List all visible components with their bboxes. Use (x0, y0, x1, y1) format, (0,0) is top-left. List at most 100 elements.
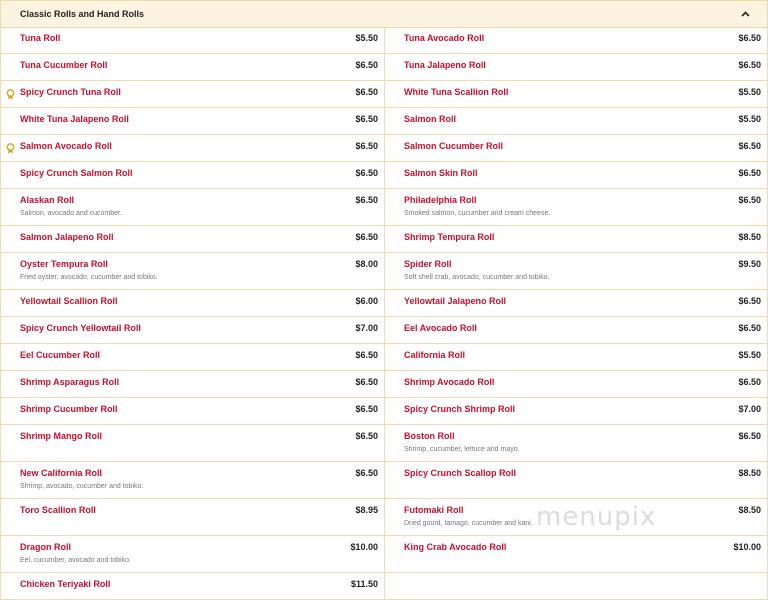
menu-item-price: $6.50 (738, 141, 761, 151)
menu-item-name: Spider Roll (404, 259, 452, 269)
chevron-up-icon[interactable] (738, 7, 752, 21)
menu-item[interactable]: Dragon Roll Eel, cucumber, avocado and to… (1, 536, 384, 573)
menu-item-name: Yellowtail Jalapeno Roll (404, 296, 507, 306)
menu-item[interactable]: Salmon Roll $5.50 (385, 108, 767, 135)
menu-item[interactable]: Philadelphia Roll Smoked salmon, cucumber… (385, 189, 767, 226)
menu-item-name: Salmon Skin Roll (404, 168, 478, 178)
menu-item-price: $10.00 (733, 542, 761, 552)
menu-item-price: $6.50 (355, 431, 378, 441)
menu-item[interactable]: Tuna Jalapeno Roll $6.50 (385, 54, 767, 81)
menu-item[interactable]: Spicy Crunch Tuna Roll $6.50 (1, 81, 384, 108)
menu-item-name: New California Roll (20, 468, 103, 478)
menu-item-name: Boston Roll (404, 431, 455, 441)
menu-item-name: Shrimp Avocado Roll (404, 377, 495, 387)
award-ribbon-icon (6, 141, 15, 154)
menu-item-price: $6.50 (355, 404, 378, 414)
section-title: Classic Rolls and Hand Rolls (20, 9, 145, 19)
menu-item-price: $6.50 (355, 141, 378, 151)
menu-item-name: Eel Avocado Roll (404, 323, 477, 333)
menu-item-name: White Tuna Jalapeno Roll (20, 114, 129, 124)
menu-item[interactable]: Toro Scallion Roll $8.95 (1, 499, 384, 536)
menu-item[interactable]: Chicken Teriyaki Roll $11.50 (1, 573, 384, 600)
menu-item-name: Salmon Avocado Roll (20, 141, 112, 151)
menu-item[interactable]: Shrimp Avocado Roll $6.50 (385, 371, 767, 398)
menu-item[interactable]: White Tuna Jalapeno Roll $6.50 (1, 108, 384, 135)
section-header[interactable]: Classic Rolls and Hand Rolls (0, 0, 768, 28)
menu-item[interactable]: Boston Roll Shrimp, cucumber, lettuce and… (385, 425, 767, 462)
menu-item[interactable]: Yellowtail Scallion Roll $6.00 (1, 290, 384, 317)
menu-item-price: $6.50 (738, 296, 761, 306)
menu-item[interactable]: Shrimp Tempura Roll $8.50 (385, 226, 767, 253)
menu-item-description: Salmon, avocado and cucumber. (20, 210, 122, 217)
award-ribbon-icon (6, 87, 15, 100)
menu-item-name: Oyster Tempura Roll (20, 259, 108, 269)
menu-item-name: King Crab Avocado Roll (404, 542, 507, 552)
menu-item-name: California Roll (404, 350, 466, 360)
menu-item-price: $9.50 (738, 259, 761, 269)
menu-item-name: Spicy Crunch Scallop Roll (404, 468, 517, 478)
menu-item-name: Salmon Jalapeno Roll (20, 232, 114, 242)
menu-item-price: $8.00 (355, 259, 378, 269)
menu-item-name: Tuna Avocado Roll (404, 33, 485, 43)
menu-item-name: White Tuna Scallion Roll (404, 87, 509, 97)
menu-item-price: $6.50 (355, 377, 378, 387)
menu-item[interactable]: Salmon Skin Roll $6.50 (385, 162, 767, 189)
menu-item-description: Soft shell crab, avocado, cucumber and t… (404, 274, 550, 281)
menu-item-price: $6.50 (738, 323, 761, 333)
menu-item-price: $6.50 (355, 350, 378, 360)
menu-item[interactable]: California Roll $5.50 (385, 344, 767, 371)
menu-item[interactable]: Salmon Cucumber Roll $6.50 (385, 135, 767, 162)
menu-column-left: Tuna Roll $5.50 Tuna Cucumber Roll $6.50 Spi… (0, 27, 384, 600)
menu-item[interactable]: New California Roll Shrimp, avocado, cucu… (1, 462, 384, 499)
menu-item-price: $6.00 (355, 296, 378, 306)
menu-item-name: Spicy Crunch Salmon Roll (20, 168, 133, 178)
menu-item[interactable]: Spicy Crunch Salmon Roll $6.50 (1, 162, 384, 189)
menu-item-price: $6.50 (738, 431, 761, 441)
menu-item-name: Chicken Teriyaki Roll (20, 579, 111, 589)
menu-item[interactable]: White Tuna Scallion Roll $5.50 (385, 81, 767, 108)
menu-item[interactable]: Spider Roll Soft shell crab, avocado, cuc… (385, 253, 767, 290)
menu-item[interactable]: King Crab Avocado Roll $10.00 (385, 536, 767, 573)
menu-item-price: $5.50 (738, 114, 761, 124)
menu-item[interactable]: Salmon Avocado Roll $6.50 (1, 135, 384, 162)
menu-item[interactable]: Tuna Roll $5.50 (1, 27, 384, 54)
menu-item[interactable]: Oyster Tempura Roll Fried oyster, avocado… (1, 253, 384, 290)
menu-grid: Tuna Roll $5.50 Tuna Cucumber Roll $6.50 Spi… (0, 27, 768, 600)
menu-item[interactable]: Yellowtail Jalapeno Roll $6.50 (385, 290, 767, 317)
menu-item-name: Shrimp Tempura Roll (404, 232, 495, 242)
menu-item-price: $8.50 (738, 232, 761, 242)
menu-item-name: Salmon Roll (404, 114, 457, 124)
menu-item[interactable]: Spicy Crunch Scallop Roll $8.50 (385, 462, 767, 499)
menu-item[interactable]: Shrimp Mango Roll $6.50 (1, 425, 384, 462)
menu-item-price: $7.00 (738, 404, 761, 414)
menu-item[interactable]: Eel Cucumber Roll $6.50 (1, 344, 384, 371)
menu-item-name: Spicy Crunch Yellowtail Roll (20, 323, 141, 333)
menu-item[interactable]: Spicy Crunch Yellowtail Roll $7.00 (1, 317, 384, 344)
menu-item[interactable]: Futomaki Roll Dried gourd, tamago, cucumb… (385, 499, 767, 536)
menu-item-name: Yellowtail Scallion Roll (20, 296, 118, 306)
menu-item-price: $6.50 (738, 195, 761, 205)
menu-item[interactable]: Shrimp Asparagus Roll $6.50 (1, 371, 384, 398)
menu-item-price: $11.50 (350, 579, 378, 589)
menu-item-description: Shrimp, cucumber, lettuce and mayo. (404, 446, 520, 453)
menu-item-name: Dragon Roll (20, 542, 71, 552)
menu-item-name: Tuna Cucumber Roll (20, 60, 108, 70)
menu-item-description: Dried gourd, tamago, cucumber and kani. (404, 520, 533, 527)
menu-item-name: Tuna Jalapeno Roll (404, 60, 486, 70)
menu-item-name: Spicy Crunch Tuna Roll (20, 87, 121, 97)
menu-item-name: Futomaki Roll (404, 505, 464, 515)
menu-item[interactable]: Tuna Cucumber Roll $6.50 (1, 54, 384, 81)
menu-item[interactable]: Tuna Avocado Roll $6.50 (385, 27, 767, 54)
menu-item-price: $5.50 (738, 350, 761, 360)
menu-item[interactable]: Shrimp Cucumber Roll $6.50 (1, 398, 384, 425)
menu-item[interactable]: Salmon Jalapeno Roll $6.50 (1, 226, 384, 253)
menu-item-name: Shrimp Mango Roll (20, 431, 102, 441)
menu-item[interactable]: Spicy Crunch Shrimp Roll $7.00 (385, 398, 767, 425)
menu-item[interactable]: Eel Avocado Roll $6.50 (385, 317, 767, 344)
menu-item-description: Fried oyster, avocado, cucumber and tobi… (20, 274, 158, 281)
menu-item-name: Shrimp Cucumber Roll (20, 404, 118, 414)
menu-item-price: $6.50 (738, 377, 761, 387)
menu-item-price: $6.50 (738, 168, 761, 178)
menu-item[interactable]: Alaskan Roll Salmon, avocado and cucumber… (1, 189, 384, 226)
menu-item-price: $8.50 (738, 505, 761, 515)
